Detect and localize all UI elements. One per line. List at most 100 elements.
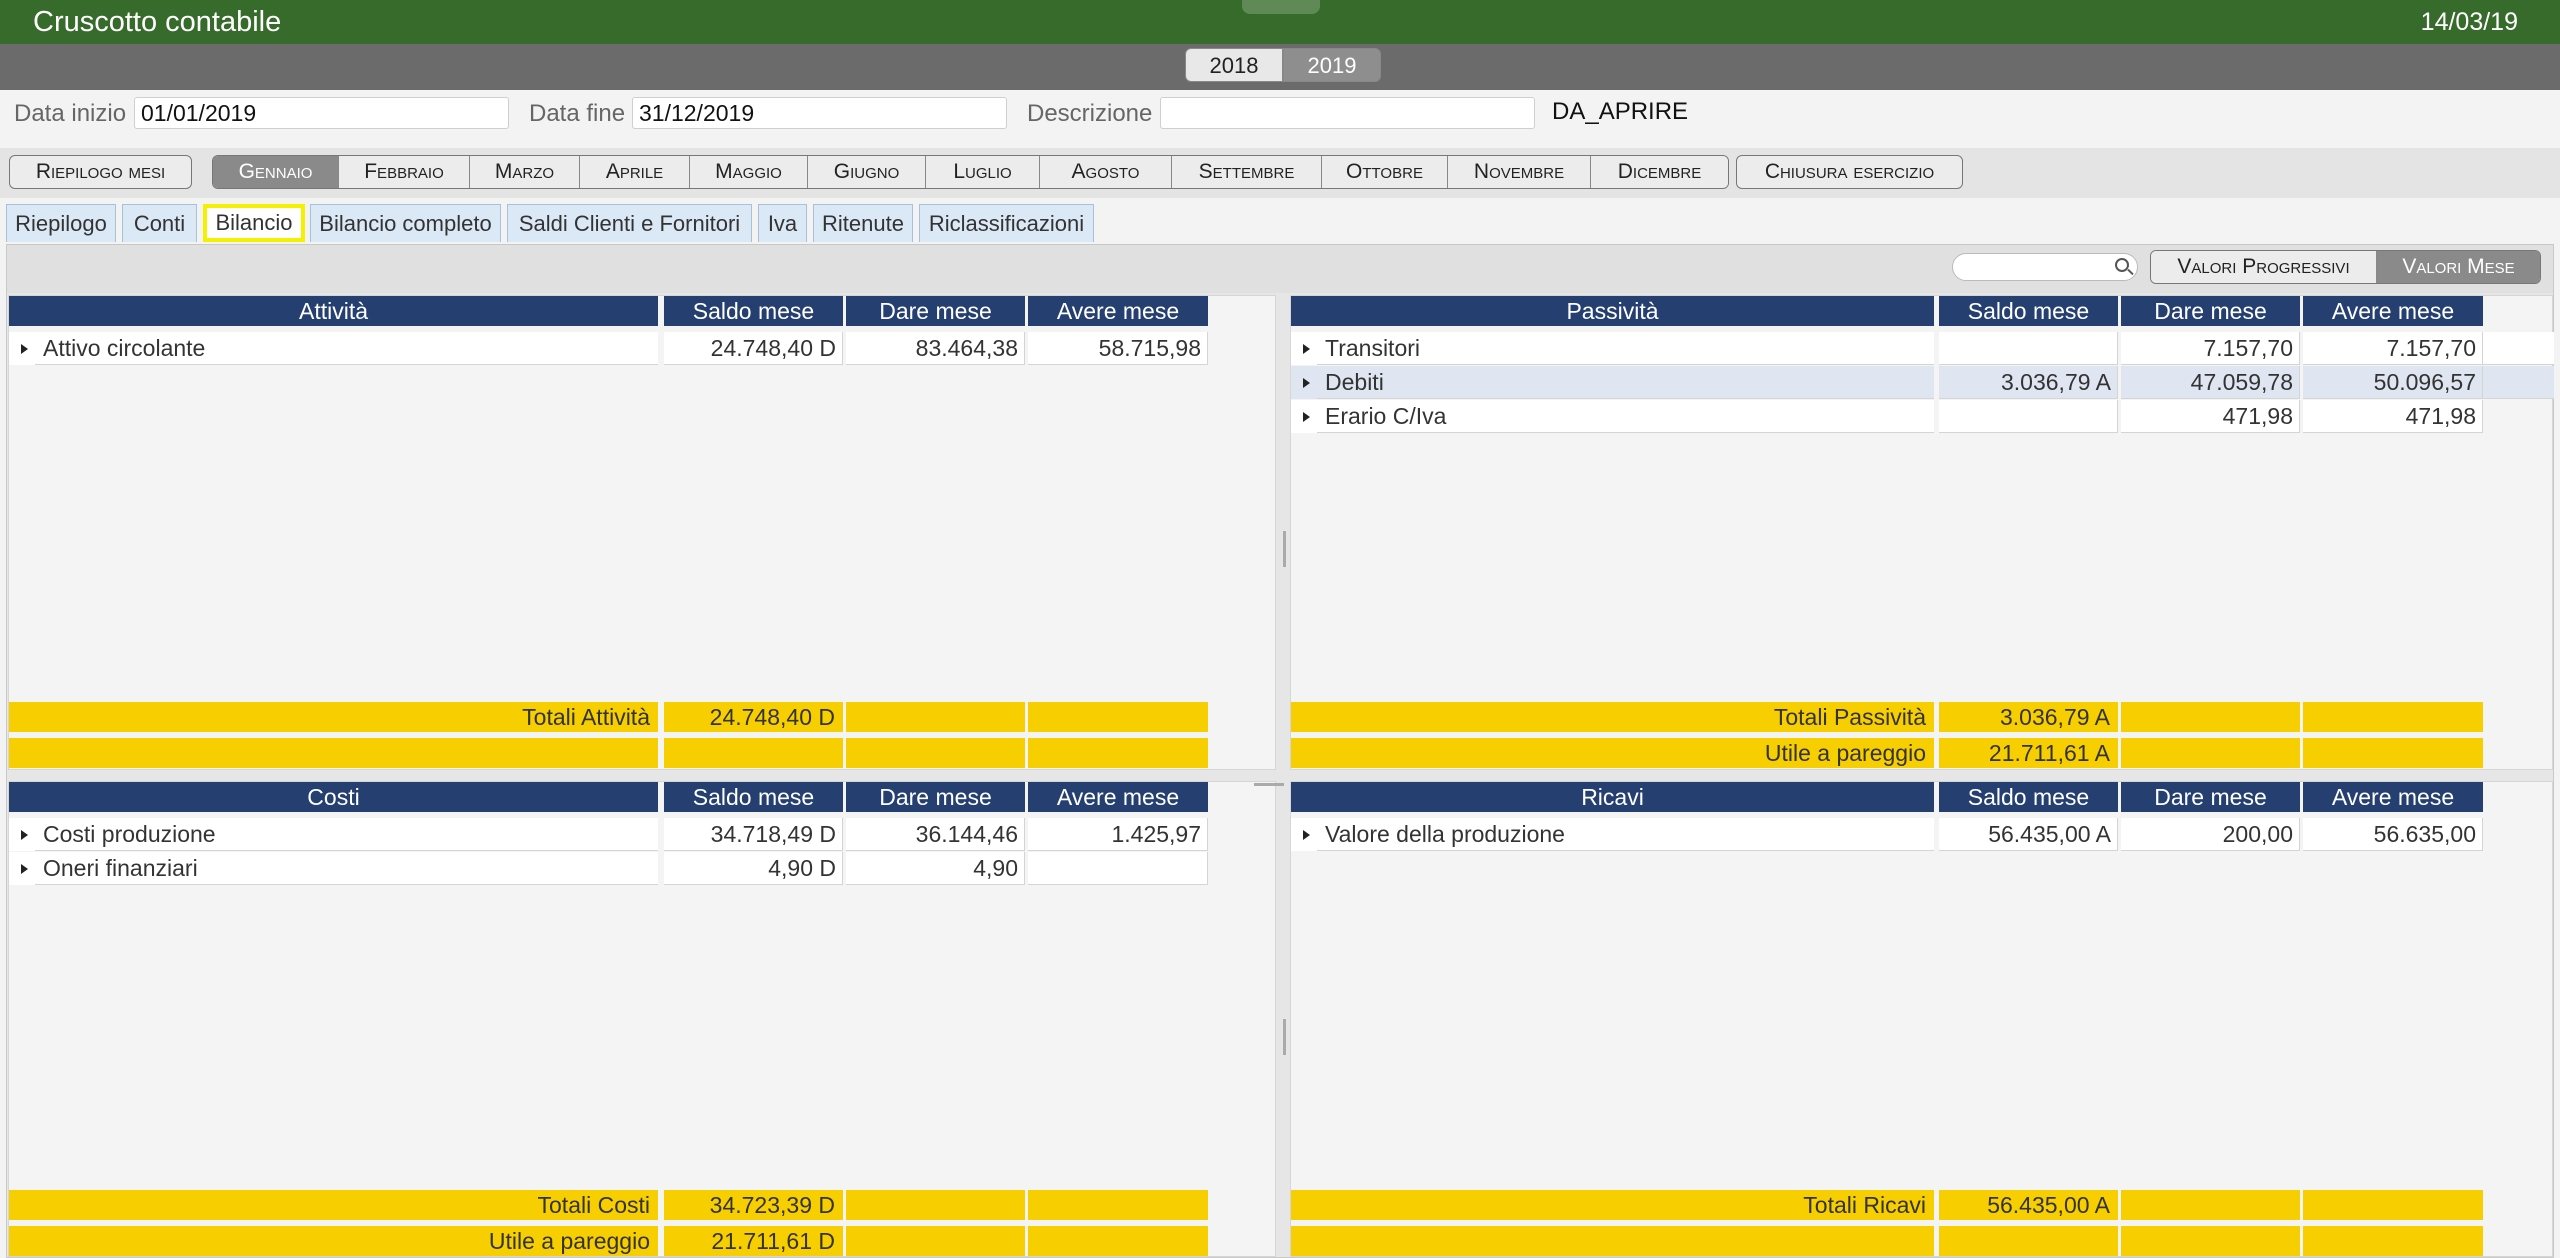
expand-icon[interactable] [1291,400,1317,433]
year-bar: 2018 2019 [0,44,2560,90]
month-ottobre[interactable]: Ottobre [1322,156,1448,188]
search-input[interactable] [1952,253,2138,281]
month-novembre[interactable]: Novembre [1448,156,1591,188]
row-filler [2483,366,2554,399]
totals-row: Totali Ricavi 56.435,00 A [1291,1190,2483,1220]
expand-icon[interactable] [9,818,35,851]
totals-dare [846,702,1025,732]
totals-label: Totali Costi [9,1190,658,1220]
totals-saldo: 34.723,39 D [664,1190,843,1220]
table-row[interactable]: Erario C/Iva 471,98 471,98 [1291,400,2554,434]
row-dare: 7.157,70 [2121,332,2300,365]
end-date-field[interactable] [632,97,1007,129]
ricavi-header: Ricavi [1291,782,1934,812]
totals-label: Totali Ricavi [1291,1190,1934,1220]
row-avere: 471,98 [2303,400,2483,433]
window-grab-handle[interactable] [1242,0,1320,14]
search-icon [2115,258,2129,272]
month-agosto[interactable]: Agosto [1040,156,1172,188]
row-filler [2483,332,2554,365]
balance-row: Utile a pareggio 21.711,61 A [1291,738,2483,768]
monthly-values-button[interactable]: Valori Mese [2376,251,2540,283]
balance-avere [1028,1226,1208,1256]
start-date-field[interactable] [134,97,509,129]
table-row[interactable]: Costi produzione 34.718,49 D 36.144,46 1… [9,818,1208,852]
month-maggio[interactable]: Maggio [690,156,808,188]
row-dare: 471,98 [2121,400,2300,433]
expand-icon[interactable] [1291,818,1317,851]
vertical-splitter-bottom[interactable] [1283,1019,1286,1055]
expand-icon[interactable] [1291,366,1317,399]
totals-saldo: 56.435,00 A [1939,1190,2118,1220]
expand-icon[interactable] [9,852,35,885]
balance-label [9,738,658,768]
values-mode-selector: Valori Progressivi Valori Mese [2150,250,2541,284]
month-aprile[interactable]: Aprile [580,156,690,188]
saldo-mese-header: Saldo mese [664,296,843,326]
row-name: Attivo circolante [35,332,658,365]
status-text: DA_APRIRE [1552,98,1689,125]
totals-dare [2121,702,2300,732]
totals-avere [2303,1190,2483,1220]
tab-saldi-clienti-fornitori[interactable]: Saldi Clienti e Fornitori [507,204,752,242]
balance-saldo: 21.711,61 D [664,1226,843,1256]
totals-label: Totali Attività [9,702,658,732]
tab-ritenute[interactable]: Ritenute [813,204,913,242]
month-settembre[interactable]: Settembre [1172,156,1322,188]
progressive-values-button[interactable]: Valori Progressivi [2151,251,2376,283]
balance-content: Valori Progressivi Valori Mese Attività … [6,244,2554,1258]
tab-bar: Riepilogo Conti Bilancio Bilancio comple… [0,198,2560,244]
month-dicembre[interactable]: Dicembre [1591,156,1728,188]
attivita-header: Attività [9,296,658,326]
row-dare: 200,00 [2121,818,2300,851]
close-fiscal-year-button[interactable]: Chiusura esercizio [1736,155,1963,189]
end-date-label: Data fine [529,100,626,127]
tab-bilancio-completo[interactable]: Bilancio completo [310,204,501,242]
row-name: Costi produzione [35,818,658,851]
month-luglio[interactable]: Luglio [926,156,1040,188]
tab-conti[interactable]: Conti [122,204,197,242]
month-marzo[interactable]: Marzo [470,156,580,188]
row-avere: 56.635,00 [2303,818,2483,851]
tab-bilancio[interactable]: Bilancio [203,204,305,242]
table-row[interactable]: Transitori 7.157,70 7.157,70 [1291,332,2554,366]
balance-saldo [664,738,843,768]
description-field[interactable] [1160,97,1535,129]
year-2018-button[interactable]: 2018 [1185,48,1283,82]
tab-iva[interactable]: Iva [758,204,807,242]
month-summary-button[interactable]: Riepilogo mesi [9,155,192,189]
balance-dare [2121,738,2300,768]
balance-dare [846,1226,1025,1256]
row-avere: 7.157,70 [2303,332,2483,365]
table-row[interactable]: Oneri finanziari 4,90 D 4,90 [9,852,1208,886]
totals-saldo: 24.748,40 D [664,702,843,732]
month-selector: Gennaio Febbraio Marzo Aprile Maggio Giu… [212,155,1729,189]
table-row-selected[interactable]: Debiti 3.036,79 A 47.059,78 50.096,57 [1291,366,2554,400]
balance-row [9,738,1208,768]
avere-mese-header: Avere mese [2303,782,2483,812]
vertical-splitter-top[interactable] [1283,531,1286,567]
start-date-label: Data inizio [14,100,127,127]
table-row[interactable]: Attivo circolante 24.748,40 D 83.464,38 … [9,332,1208,366]
expand-icon[interactable] [9,332,35,365]
attivita-panel: Attività Saldo mese Dare mese Avere mese… [8,295,1276,770]
row-dare: 83.464,38 [846,332,1025,365]
tab-riepilogo[interactable]: Riepilogo [6,204,116,242]
expand-icon[interactable] [1291,332,1317,365]
row-dare: 4,90 [846,852,1025,885]
balance-label [1291,1226,1934,1256]
app-title: Cruscotto contabile [33,6,282,38]
year-2019-button[interactable]: 2019 [1283,48,1381,82]
horizontal-splitter[interactable] [1254,783,1284,786]
month-febbraio[interactable]: Febbraio [339,156,470,188]
row-saldo: 24.748,40 D [664,332,843,365]
row-dare: 47.059,78 [2121,366,2300,399]
row-avere [1028,852,1208,885]
table-row[interactable]: Valore della produzione 56.435,00 A 200,… [1291,818,2483,852]
tab-riclassificazioni[interactable]: Riclassificazioni [919,204,1094,242]
row-name: Valore della produzione [1317,818,1934,851]
month-gennaio[interactable]: Gennaio [213,156,339,188]
month-giugno[interactable]: Giugno [808,156,926,188]
costi-panel: Costi Saldo mese Dare mese Avere mese Co… [8,781,1276,1257]
balance-label: Utile a pareggio [9,1226,658,1256]
